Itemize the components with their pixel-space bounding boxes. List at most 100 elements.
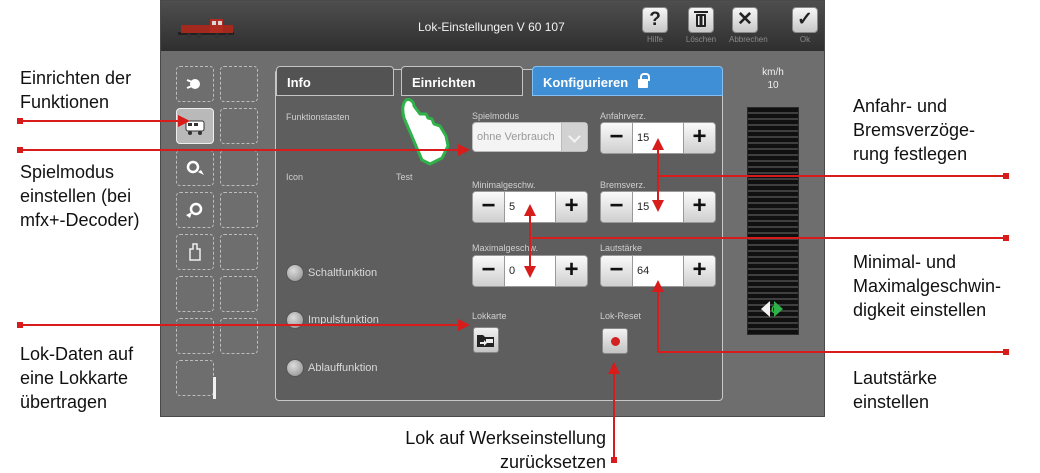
locomotive-thumbnail-icon[interactable] <box>177 15 235 39</box>
function-slot[interactable] <box>220 108 258 144</box>
max-speed-increase-button[interactable]: + <box>555 256 587 286</box>
volume-increase-button[interactable]: + <box>683 256 715 286</box>
shunting-icon <box>186 160 204 175</box>
window-title: Lok-Einstellungen V 60 107 <box>418 20 565 34</box>
headlight-icon <box>186 79 200 89</box>
accel-delay-increase-button[interactable]: + <box>683 123 715 153</box>
play-mode-select[interactable]: ohne Verbrauch <box>472 122 588 152</box>
min-speed-increase-button[interactable]: + <box>555 192 587 222</box>
radio-icon <box>286 359 304 377</box>
volume-decrease-button[interactable]: − <box>601 256 633 286</box>
delete-label: Löschen <box>685 35 717 44</box>
annotation-minmax: Minimal- und Maximalgeschwin-digkeit eins… <box>853 252 1002 320</box>
min-speed-label: Minimalgeschw. <box>472 180 536 190</box>
function-slot[interactable] <box>176 360 214 396</box>
annotation-lokdaten: Lok-Daten auf eine Lokkarte übertragen <box>20 344 134 412</box>
function-slot[interactable] <box>220 66 258 102</box>
loco-settings-screen: Lok-Einstellungen V 60 107 ? Hilfe Lösch… <box>160 0 825 417</box>
max-speed-stepper: − 0 + <box>472 255 588 287</box>
function-type-label: Schaltfunktion <box>308 267 378 279</box>
max-speed-label: Maximalgeschw. <box>472 243 539 253</box>
accel-delay-value[interactable]: 15 <box>637 132 649 144</box>
speed-slider[interactable]: 0 <box>747 107 799 335</box>
loco-card-label: Lokkarte <box>472 311 507 321</box>
function-slot[interactable] <box>220 150 258 186</box>
loco-reset-button[interactable] <box>602 328 628 354</box>
accel-delay-stepper: − 15 + <box>600 122 716 154</box>
reset-icon <box>611 337 620 346</box>
min-speed-value[interactable]: 5 <box>509 201 515 213</box>
function-slot[interactable] <box>220 318 258 354</box>
config-panel: Info Einrichten Konfigurieren Funktionst… <box>275 66 723 401</box>
loco-card-button[interactable] <box>473 327 499 353</box>
volume-stepper: − 64 + <box>600 255 716 287</box>
play-mode-value: ohne Verbrauch <box>477 131 555 143</box>
tab-einrichten[interactable]: Einrichten <box>401 66 523 96</box>
chevron-down-icon[interactable] <box>561 123 587 151</box>
volume-label: Lautstärke <box>600 243 643 253</box>
close-icon: ✕ <box>732 7 758 33</box>
function-type-label: Impulsfunktion <box>308 314 379 326</box>
cancel-label: Abbrechen <box>729 35 768 44</box>
scroll-indicator[interactable] <box>213 377 216 399</box>
header-bar: Lok-Einstellungen V 60 107 ? Hilfe Lösch… <box>161 1 824 51</box>
loco-reset-label: Lok-Reset <box>600 311 642 321</box>
tab-info-label: Info <box>287 75 311 90</box>
annotation-einrichten: Einrichten der Funktionen <box>20 68 132 112</box>
help-icon: ? <box>642 7 668 33</box>
min-speed-decrease-button[interactable]: − <box>473 192 505 222</box>
brake-delay-label: Bremsverz. <box>600 180 646 190</box>
annotation-werkseinstellung: Lok auf Werkseinstellung zurücksetzen <box>405 428 606 472</box>
tab-info[interactable]: Info <box>276 66 394 96</box>
speed-unit: km/h <box>762 67 784 78</box>
function-slot[interactable] <box>176 234 214 270</box>
function-type-label: Ablauffunktion <box>308 362 378 374</box>
help-label: Hilfe <box>646 35 663 44</box>
delete-button[interactable]: Löschen <box>685 7 717 47</box>
lock-icon <box>638 73 651 88</box>
min-speed-stepper: − 5 + <box>472 191 588 223</box>
cancel-button[interactable]: ✕ Abbrechen <box>729 7 768 47</box>
loco-card-icon <box>477 335 494 347</box>
test-column-label: Test <box>396 172 413 182</box>
function-slot[interactable] <box>176 66 214 102</box>
play-mode-label: Spielmodus <box>472 111 520 121</box>
function-slot[interactable] <box>176 150 214 186</box>
brake-delay-increase-button[interactable]: + <box>683 192 715 222</box>
coupler-icon <box>186 202 203 218</box>
function-slot[interactable] <box>220 276 258 312</box>
function-slot[interactable] <box>220 234 258 270</box>
brake-delay-value[interactable]: 15 <box>637 201 649 213</box>
trash-icon <box>688 7 714 33</box>
function-slot-active[interactable] <box>176 108 214 144</box>
brake-delay-stepper: − 15 + <box>600 191 716 223</box>
ok-button[interactable]: ✓ Ok <box>789 7 821 47</box>
help-button[interactable]: ? Hilfe <box>639 7 671 47</box>
tab-konfigurieren[interactable]: Konfigurieren <box>532 66 723 96</box>
tab-konfigurieren-label: Konfigurieren <box>543 75 629 90</box>
accel-delay-label: Anfahrverz. <box>600 111 647 121</box>
speed-value: 10 <box>767 80 779 91</box>
annotation-spielmodus: Spielmodus einstellen (bei mfx+-Decoder) <box>20 162 140 230</box>
tab-einrichten-label: Einrichten <box>412 75 476 90</box>
radio-icon <box>286 311 304 329</box>
max-speed-value[interactable]: 0 <box>509 265 515 277</box>
function-slot[interactable] <box>220 192 258 228</box>
direction-right-icon[interactable] <box>774 301 783 317</box>
direction-left-icon[interactable] <box>761 301 770 317</box>
function-slot[interactable] <box>176 276 214 312</box>
accel-delay-decrease-button[interactable]: − <box>601 123 633 153</box>
radio-icon <box>286 264 304 282</box>
annotation-anfahr: Anfahr- und Bremsverzöge-rung festlegen <box>853 96 976 164</box>
annotation-lautstaerke: Lautstärke einstellen <box>853 368 938 412</box>
operating-mode-icon <box>185 120 205 135</box>
functions-heading: Funktionstasten <box>286 112 350 122</box>
brake-delay-decrease-button[interactable]: − <box>601 192 633 222</box>
max-speed-decrease-button[interactable]: − <box>473 256 505 286</box>
function-slot[interactable] <box>176 318 214 354</box>
icon-column-label: Icon <box>286 172 304 182</box>
function-slot[interactable] <box>176 192 214 228</box>
function-placeholder-icon <box>189 243 201 261</box>
volume-value[interactable]: 64 <box>637 265 649 277</box>
ok-label: Ok <box>799 35 811 44</box>
